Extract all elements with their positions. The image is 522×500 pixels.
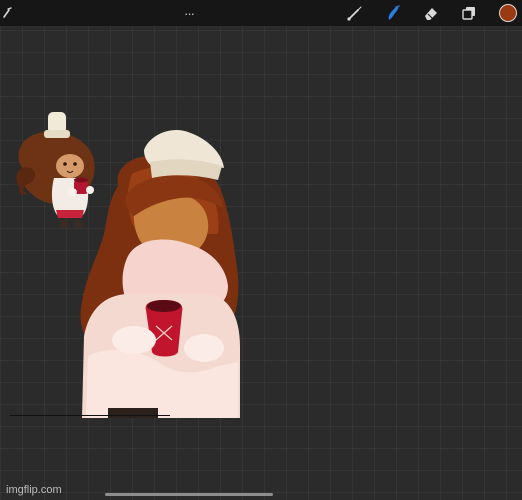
drawing-app: ··· imgflip.com [0,0,522,500]
color-picker-button[interactable] [497,0,519,26]
back-wrench-icon [3,7,12,18]
gallery-back-button[interactable] [0,0,14,26]
main-character-drawing [80,130,240,418]
smudge-icon [388,5,400,20]
imgflip-watermark: imgflip.com [6,484,62,496]
more-options-button[interactable]: ··· [178,0,200,26]
smudge-tool-button[interactable] [382,0,404,26]
current-color-swatch [499,4,517,22]
brush-icon [347,6,362,21]
canvas-stroke-line [10,415,170,416]
eraser-tool-button[interactable] [420,0,442,26]
layers-icon [462,7,475,20]
layers-button[interactable] [458,0,480,26]
drawing-canvas[interactable] [0,26,522,500]
home-indicator-bar[interactable] [105,493,273,496]
more-options-label: ··· [184,5,195,21]
brush-tool-button[interactable] [344,0,366,26]
top-toolbar: ··· [0,0,522,26]
eraser-icon [425,8,437,20]
